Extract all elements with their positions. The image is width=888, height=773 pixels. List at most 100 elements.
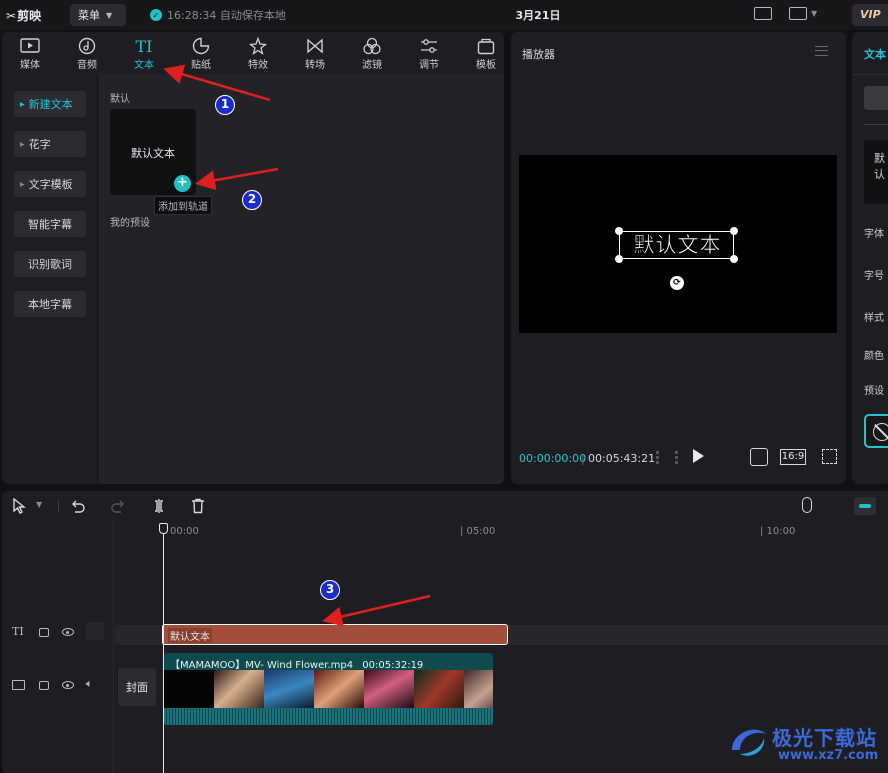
sticker-icon	[192, 36, 210, 56]
text-content-field[interactable]: 默认	[864, 140, 888, 204]
tab-label: 转场	[305, 60, 325, 71]
tab-text-properties[interactable]: 文本	[864, 46, 886, 62]
add-to-track-tooltip: 添加到轨道	[154, 196, 212, 215]
text-selection-box[interactable]: 默认文本	[615, 227, 738, 263]
triangle-right-icon: ▶	[20, 180, 25, 188]
tab-label: 文本	[134, 60, 154, 71]
track-option-icon[interactable]	[86, 622, 104, 640]
timeline-toolbar: ▼	[2, 491, 888, 521]
preset-style-label: 预设	[864, 386, 884, 397]
play-icon[interactable]	[693, 449, 704, 463]
redo-icon[interactable]	[110, 498, 126, 518]
watermark-logo-icon	[732, 729, 766, 756]
rotate-icon[interactable]: ⟳	[670, 276, 684, 290]
preset-style-none[interactable]	[864, 414, 888, 448]
lock-icon[interactable]	[39, 628, 49, 637]
resize-handle[interactable]	[615, 255, 623, 263]
focus-icon[interactable]	[750, 448, 768, 466]
tab-transition[interactable]: 转场	[287, 36, 343, 72]
track-headers	[2, 521, 114, 773]
video-clip[interactable]: 【MAMAMOO】MV- Wind Flower.mp4 00:05:32:19	[164, 653, 493, 725]
undo-icon[interactable]	[70, 498, 86, 518]
tab-filter[interactable]: 滤镜	[344, 36, 400, 72]
menu-label: 菜单	[78, 9, 100, 22]
tab-label: 调节	[419, 60, 439, 71]
menu-button[interactable]: 菜单 ▼	[70, 4, 126, 26]
tab-audio[interactable]: 音频	[59, 36, 115, 72]
lock-icon[interactable]	[39, 681, 49, 690]
chevron-down-icon[interactable]: ▼	[36, 500, 42, 509]
select-cursor-icon[interactable]	[12, 497, 26, 518]
no-style-icon	[873, 423, 888, 441]
playhead[interactable]	[163, 525, 164, 773]
watermark-url: www.xz7.com	[778, 748, 879, 763]
eye-icon[interactable]	[62, 681, 74, 689]
divider	[864, 124, 888, 125]
tab-label: 模板	[476, 60, 496, 71]
playhead-handle[interactable]	[159, 523, 168, 534]
layout-chevron-down-icon[interactable]: ▼	[811, 9, 817, 18]
project-title: 3月21日	[515, 9, 561, 22]
sidebar-item-new-text[interactable]: ▶ 新建文本	[14, 91, 86, 117]
time-separator: |	[581, 452, 585, 465]
resize-handle[interactable]	[615, 227, 623, 235]
tab-template[interactable]: 模板	[458, 36, 504, 72]
adjust-icon	[419, 36, 439, 56]
resize-handle[interactable]	[730, 255, 738, 263]
aspect-ratio-button[interactable]: 16:9	[780, 449, 806, 465]
autosave-text: 16:28:34 自动保存本地	[167, 9, 286, 22]
volume-icon[interactable]: 🔈︎	[86, 677, 93, 691]
tab-effects[interactable]: 特效	[230, 36, 286, 72]
divider	[58, 499, 59, 513]
video-thumbnail	[414, 670, 464, 708]
section-heading-presets: 我的预设	[110, 218, 150, 229]
hamburger-menu-icon[interactable]	[815, 46, 828, 56]
section-heading-default: 默认	[110, 94, 130, 105]
divider	[852, 74, 888, 75]
video-thumbnails	[164, 670, 493, 708]
microphone-icon[interactable]	[802, 497, 812, 513]
chevron-down-icon: ▼	[106, 10, 113, 20]
fullscreen-icon[interactable]	[822, 449, 837, 464]
tab-sticker[interactable]: 贴纸	[173, 36, 229, 72]
resize-handle[interactable]	[730, 227, 738, 235]
audio-waveform	[164, 708, 493, 725]
resource-panel: 媒体 音频 TI 文本 贴纸 特效 转场 滤镜 调节 模板 ▶ 新建文本 ▶ 花…	[2, 32, 504, 484]
tab-adjust[interactable]: 调节	[401, 36, 457, 72]
sidebar-item-text-template[interactable]: ▶ 文字模板	[14, 171, 86, 197]
grid-icon[interactable]	[656, 451, 678, 464]
autosave-status: ✓ 16:28:34 自动保存本地	[150, 7, 286, 23]
effects-icon	[249, 36, 267, 56]
category-toolbar: 媒体 音频 TI 文本 贴纸 特效 转场 滤镜 调节 模板	[2, 32, 504, 74]
vip-badge[interactable]: VIP	[852, 4, 888, 26]
video-thumbnail	[214, 670, 264, 708]
preset-selector[interactable]	[864, 86, 888, 110]
media-icon	[20, 36, 40, 56]
sidebar-item-fancy-text[interactable]: ▶ 花字	[14, 131, 86, 157]
audio-icon	[78, 36, 96, 56]
split-icon[interactable]	[152, 498, 166, 518]
text-clip[interactable]: 默认文本	[162, 624, 508, 645]
tab-text[interactable]: TI 文本	[116, 36, 172, 72]
eye-icon[interactable]	[62, 628, 74, 636]
template-icon	[477, 36, 495, 56]
plus-icon: +	[177, 175, 188, 190]
sidebar-item-auto-captions[interactable]: 智能字幕	[14, 211, 86, 237]
main-track-link-toggle[interactable]	[854, 497, 876, 515]
time-ruler[interactable]: 00:00 | 05:00 | 10:00	[115, 521, 888, 541]
tab-media[interactable]: 媒体	[2, 36, 58, 72]
keyboard-shortcuts-icon[interactable]	[754, 7, 772, 20]
current-time: 00:00:00:00	[519, 452, 587, 465]
cover-button[interactable]: 封面	[118, 668, 156, 706]
delete-icon[interactable]	[191, 498, 205, 518]
sidebar-item-lyrics[interactable]: 识别歌词	[14, 251, 86, 277]
add-to-track-button[interactable]: +	[174, 175, 191, 192]
player-panel: 播放器 默认文本 ⟳ 00:00:00:00 | 00:05:43:21 16:…	[511, 32, 846, 484]
sidebar-item-local-captions[interactable]: 本地字幕	[14, 291, 86, 317]
preview-canvas[interactable]: 默认文本 ⟳	[519, 155, 837, 333]
capcut-logo-icon: ✂	[6, 8, 16, 23]
layout-icon[interactable]	[789, 7, 807, 20]
sidebar-item-label: 本地字幕	[28, 298, 72, 311]
tab-label: 特效	[248, 60, 268, 71]
sidebar-item-label: 智能字幕	[28, 218, 72, 231]
